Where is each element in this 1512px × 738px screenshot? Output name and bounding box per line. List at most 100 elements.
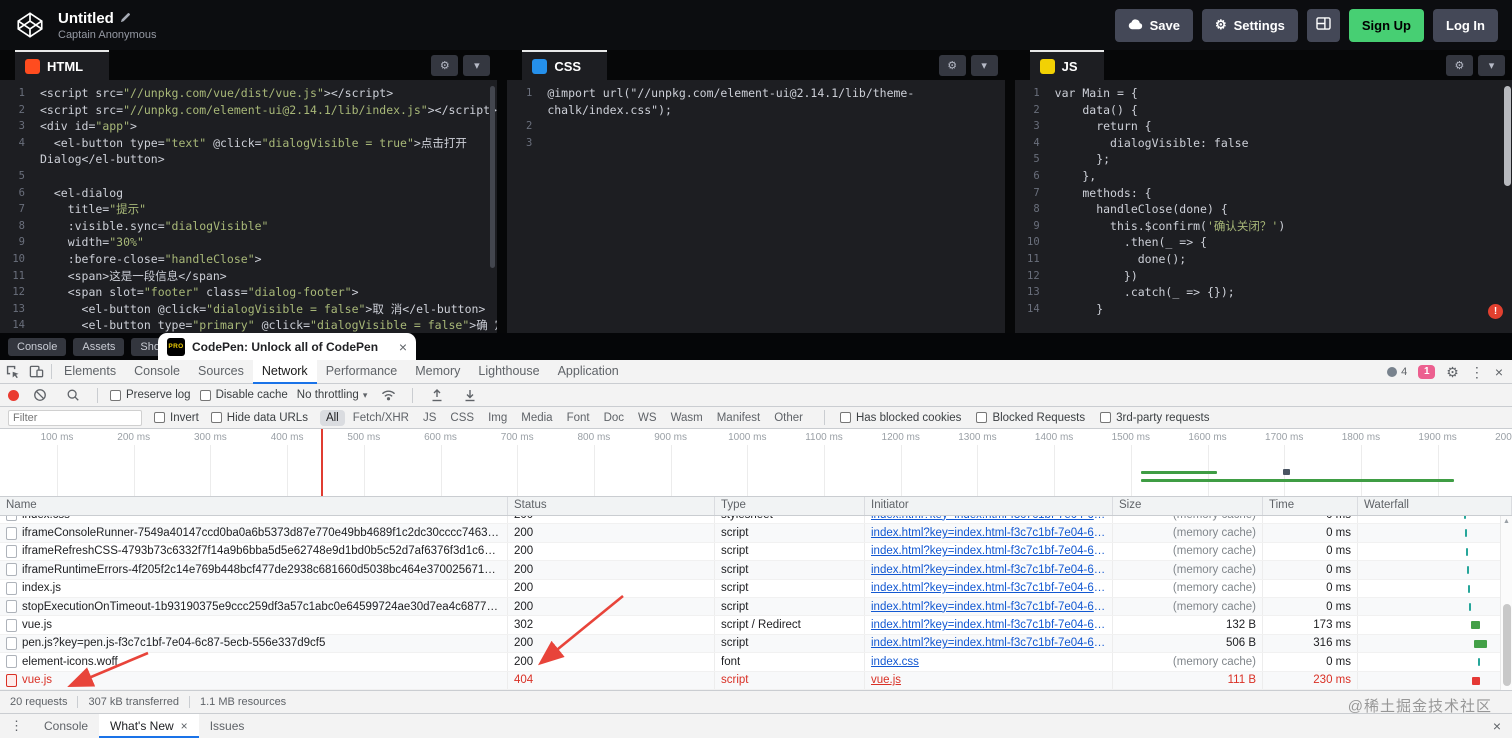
- devtools-menu-icon[interactable]: ⋮: [1470, 365, 1484, 379]
- panel-collapse-button-css[interactable]: ▾: [970, 54, 998, 76]
- drawer-close-icon[interactable]: ×: [1482, 718, 1512, 734]
- signup-button[interactable]: Sign Up: [1348, 8, 1424, 42]
- network-overview[interactable]: 100 ms 200 ms 300 ms 400 ms 500 ms 600 ms 700 …: [0, 429, 1512, 497]
- save-button[interactable]: Save: [1114, 8, 1193, 42]
- filter-chip-media[interactable]: Media: [515, 410, 558, 426]
- filter-chip-doc[interactable]: Doc: [598, 410, 630, 426]
- scroll-up-icon[interactable]: ▲: [1501, 518, 1512, 525]
- devtools-tab-console[interactable]: Console: [125, 360, 189, 384]
- request-row-3[interactable]: iframeRuntimeErrors-4f205f2c14e769b448bc…: [0, 561, 1500, 580]
- request-row-9[interactable]: vue.js 404 script vue.js 111 B 230 ms: [0, 671, 1500, 690]
- pen-title[interactable]: Untitled: [58, 10, 156, 27]
- request-row-6[interactable]: vue.js 302 script / Redirect index.html?key…: [0, 616, 1500, 635]
- filter-chip-other[interactable]: Other: [768, 410, 809, 426]
- code-editor-html[interactable]: 1 <script src="//unpkg.com/vue/dist/vue.j…: [0, 80, 498, 333]
- filter-chip-css[interactable]: CSS: [444, 410, 480, 426]
- throttling-select[interactable]: No throttling ▾: [297, 389, 368, 401]
- request-row-0[interactable]: index.css 200stylesheet index.html?key=ind…: [0, 516, 1500, 525]
- panel-collapse-button-js[interactable]: ▾: [1477, 54, 1505, 76]
- disable-cache-checkbox[interactable]: Disable cache: [199, 389, 288, 401]
- initiator-link[interactable]: index.css: [871, 656, 919, 668]
- request-row-4[interactable]: index.js 200 script index.html?key=index.ht…: [0, 579, 1500, 598]
- filter-chip-ws[interactable]: WS: [632, 410, 663, 426]
- panel-settings-button-css[interactable]: ⚙: [938, 54, 966, 76]
- table-scrollbar[interactable]: ▲: [1500, 516, 1512, 690]
- panel-tab-js[interactable]: JS: [1029, 50, 1104, 80]
- codepen-logo-icon[interactable]: [14, 9, 46, 41]
- drawer-tab-what-s-new[interactable]: What's New ×: [99, 714, 199, 738]
- column-header-time[interactable]: Time: [1263, 497, 1358, 515]
- filter-chip-fetch-xhr[interactable]: Fetch/XHR: [347, 410, 415, 426]
- record-network-log-button[interactable]: [8, 389, 19, 401]
- column-header-type[interactable]: Type: [715, 497, 865, 515]
- initiator-link[interactable]: index.html?key=index.html-f3c7c1bf-7e04-…: [871, 619, 1106, 631]
- network-conditions-icon[interactable]: [376, 384, 400, 406]
- browser-tab[interactable]: PRO CodePen: Unlock all of CodePen ×: [158, 333, 416, 360]
- blocked-requests-checkbox[interactable]: Blocked Requests: [976, 412, 1085, 424]
- hide-data-urls-checkbox[interactable]: Hide data URLs: [210, 412, 308, 424]
- export-har-icon[interactable]: [458, 384, 482, 406]
- initiator-link[interactable]: index.html?key=index.html-f3c7c1bf-7e04-…: [871, 545, 1106, 557]
- column-header-name[interactable]: Name: [0, 497, 508, 515]
- login-button[interactable]: Log In: [1433, 8, 1498, 42]
- request-row-7[interactable]: pen.js?key=pen.js-f3c7c1bf-7e04-6c87-5ec…: [0, 634, 1500, 654]
- console-errors-badge[interactable]: 4: [1387, 366, 1407, 378]
- console-bar-button-assets[interactable]: Assets: [73, 337, 125, 356]
- panel-settings-button-html[interactable]: ⚙: [431, 54, 459, 76]
- initiator-link[interactable]: vue.js: [871, 674, 901, 686]
- column-header-size[interactable]: Size: [1113, 497, 1263, 515]
- has-blocked-cookies-checkbox[interactable]: Has blocked cookies: [839, 412, 961, 424]
- request-row-5[interactable]: stopExecutionOnTimeout-1b93190375e9ccc25…: [0, 597, 1500, 617]
- close-tab-icon[interactable]: ×: [181, 714, 188, 738]
- initiator-link[interactable]: index.html?key=index.html-f3c7c1bf-7e04-…: [871, 516, 1106, 521]
- drawer-tab-issues[interactable]: Issues: [199, 714, 256, 738]
- code-editor-js[interactable]: 1 var Main = {2 data() {3 return {4 dialo…: [1014, 80, 1512, 333]
- column-header-initiator[interactable]: Initiator: [865, 497, 1113, 515]
- network-filter-input[interactable]: [8, 409, 142, 426]
- panel-collapse-button-html[interactable]: ▾: [463, 54, 491, 76]
- console-bar-button-console[interactable]: Console: [8, 337, 67, 356]
- js-error-badge[interactable]: !: [1488, 304, 1503, 319]
- devtools-tab-lighthouse[interactable]: Lighthouse: [469, 360, 548, 384]
- preserve-log-checkbox[interactable]: Preserve log: [110, 389, 191, 401]
- initiator-link[interactable]: index.html?key=index.html-f3c7c1bf-7e04-…: [871, 582, 1106, 594]
- import-har-icon[interactable]: [425, 384, 449, 406]
- filter-chip-manifest[interactable]: Manifest: [711, 410, 766, 426]
- devtools-tab-sources[interactable]: Sources: [189, 360, 253, 384]
- request-row-8[interactable]: element-icons.woff 200 font index.css (memor…: [0, 653, 1500, 672]
- panel-settings-button-js[interactable]: ⚙: [1445, 54, 1473, 76]
- initiator-link[interactable]: index.html?key=index.html-f3c7c1bf-7e04-…: [871, 527, 1106, 539]
- issues-badge[interactable]: 1: [1418, 364, 1436, 379]
- inspect-element-icon[interactable]: [0, 361, 24, 383]
- settings-button[interactable]: ⚙ Settings: [1201, 8, 1298, 42]
- devtools-tab-application[interactable]: Application: [549, 360, 628, 384]
- change-view-button[interactable]: [1306, 8, 1340, 42]
- initiator-link[interactable]: index.html?key=index.html-f3c7c1bf-7e04-…: [871, 601, 1106, 613]
- request-row-2[interactable]: iframeRefreshCSS-4793b73c6332f7f14a9b6bb…: [0, 542, 1500, 562]
- devtools-settings-icon[interactable]: ⚙: [1446, 365, 1459, 379]
- filter-chip-wasm[interactable]: Wasm: [665, 410, 709, 426]
- request-row-1[interactable]: iframeConsoleRunner-7549a40147ccd0ba0a6b…: [0, 524, 1500, 543]
- invert-checkbox[interactable]: Invert: [154, 412, 199, 424]
- search-icon[interactable]: [61, 384, 85, 406]
- clear-network-log-icon[interactable]: [28, 384, 52, 406]
- drawer-tab-console[interactable]: Console: [33, 714, 99, 738]
- device-toolbar-icon[interactable]: [24, 361, 48, 383]
- devtools-tab-elements[interactable]: Elements: [55, 360, 125, 384]
- scrollbar-thumb[interactable]: [1503, 604, 1511, 686]
- 3rd-party-requests-checkbox[interactable]: 3rd-party requests: [1100, 412, 1209, 424]
- panel-tab-css[interactable]: CSS: [522, 50, 608, 80]
- initiator-link[interactable]: index.html?key=index.html-f3c7c1bf-7e04-…: [871, 564, 1106, 576]
- panel-tab-html[interactable]: HTML: [15, 50, 110, 80]
- code-editor-css[interactable]: 1 @import url("//unpkg.com/element-ui@2.1…: [507, 80, 1005, 333]
- filter-chip-font[interactable]: Font: [561, 410, 596, 426]
- drawer-menu-icon[interactable]: ⋮: [0, 718, 33, 734]
- devtools-tab-network[interactable]: Network: [252, 359, 317, 384]
- devtools-tab-memory[interactable]: Memory: [406, 360, 469, 384]
- edit-pencil-icon[interactable]: [120, 10, 131, 27]
- filter-chip-all[interactable]: All: [319, 409, 345, 426]
- devtools-close-icon[interactable]: ×: [1495, 365, 1503, 379]
- tab-close-icon[interactable]: ×: [399, 339, 407, 355]
- devtools-tab-performance[interactable]: Performance: [317, 360, 407, 384]
- filter-chip-img[interactable]: Img: [482, 410, 513, 426]
